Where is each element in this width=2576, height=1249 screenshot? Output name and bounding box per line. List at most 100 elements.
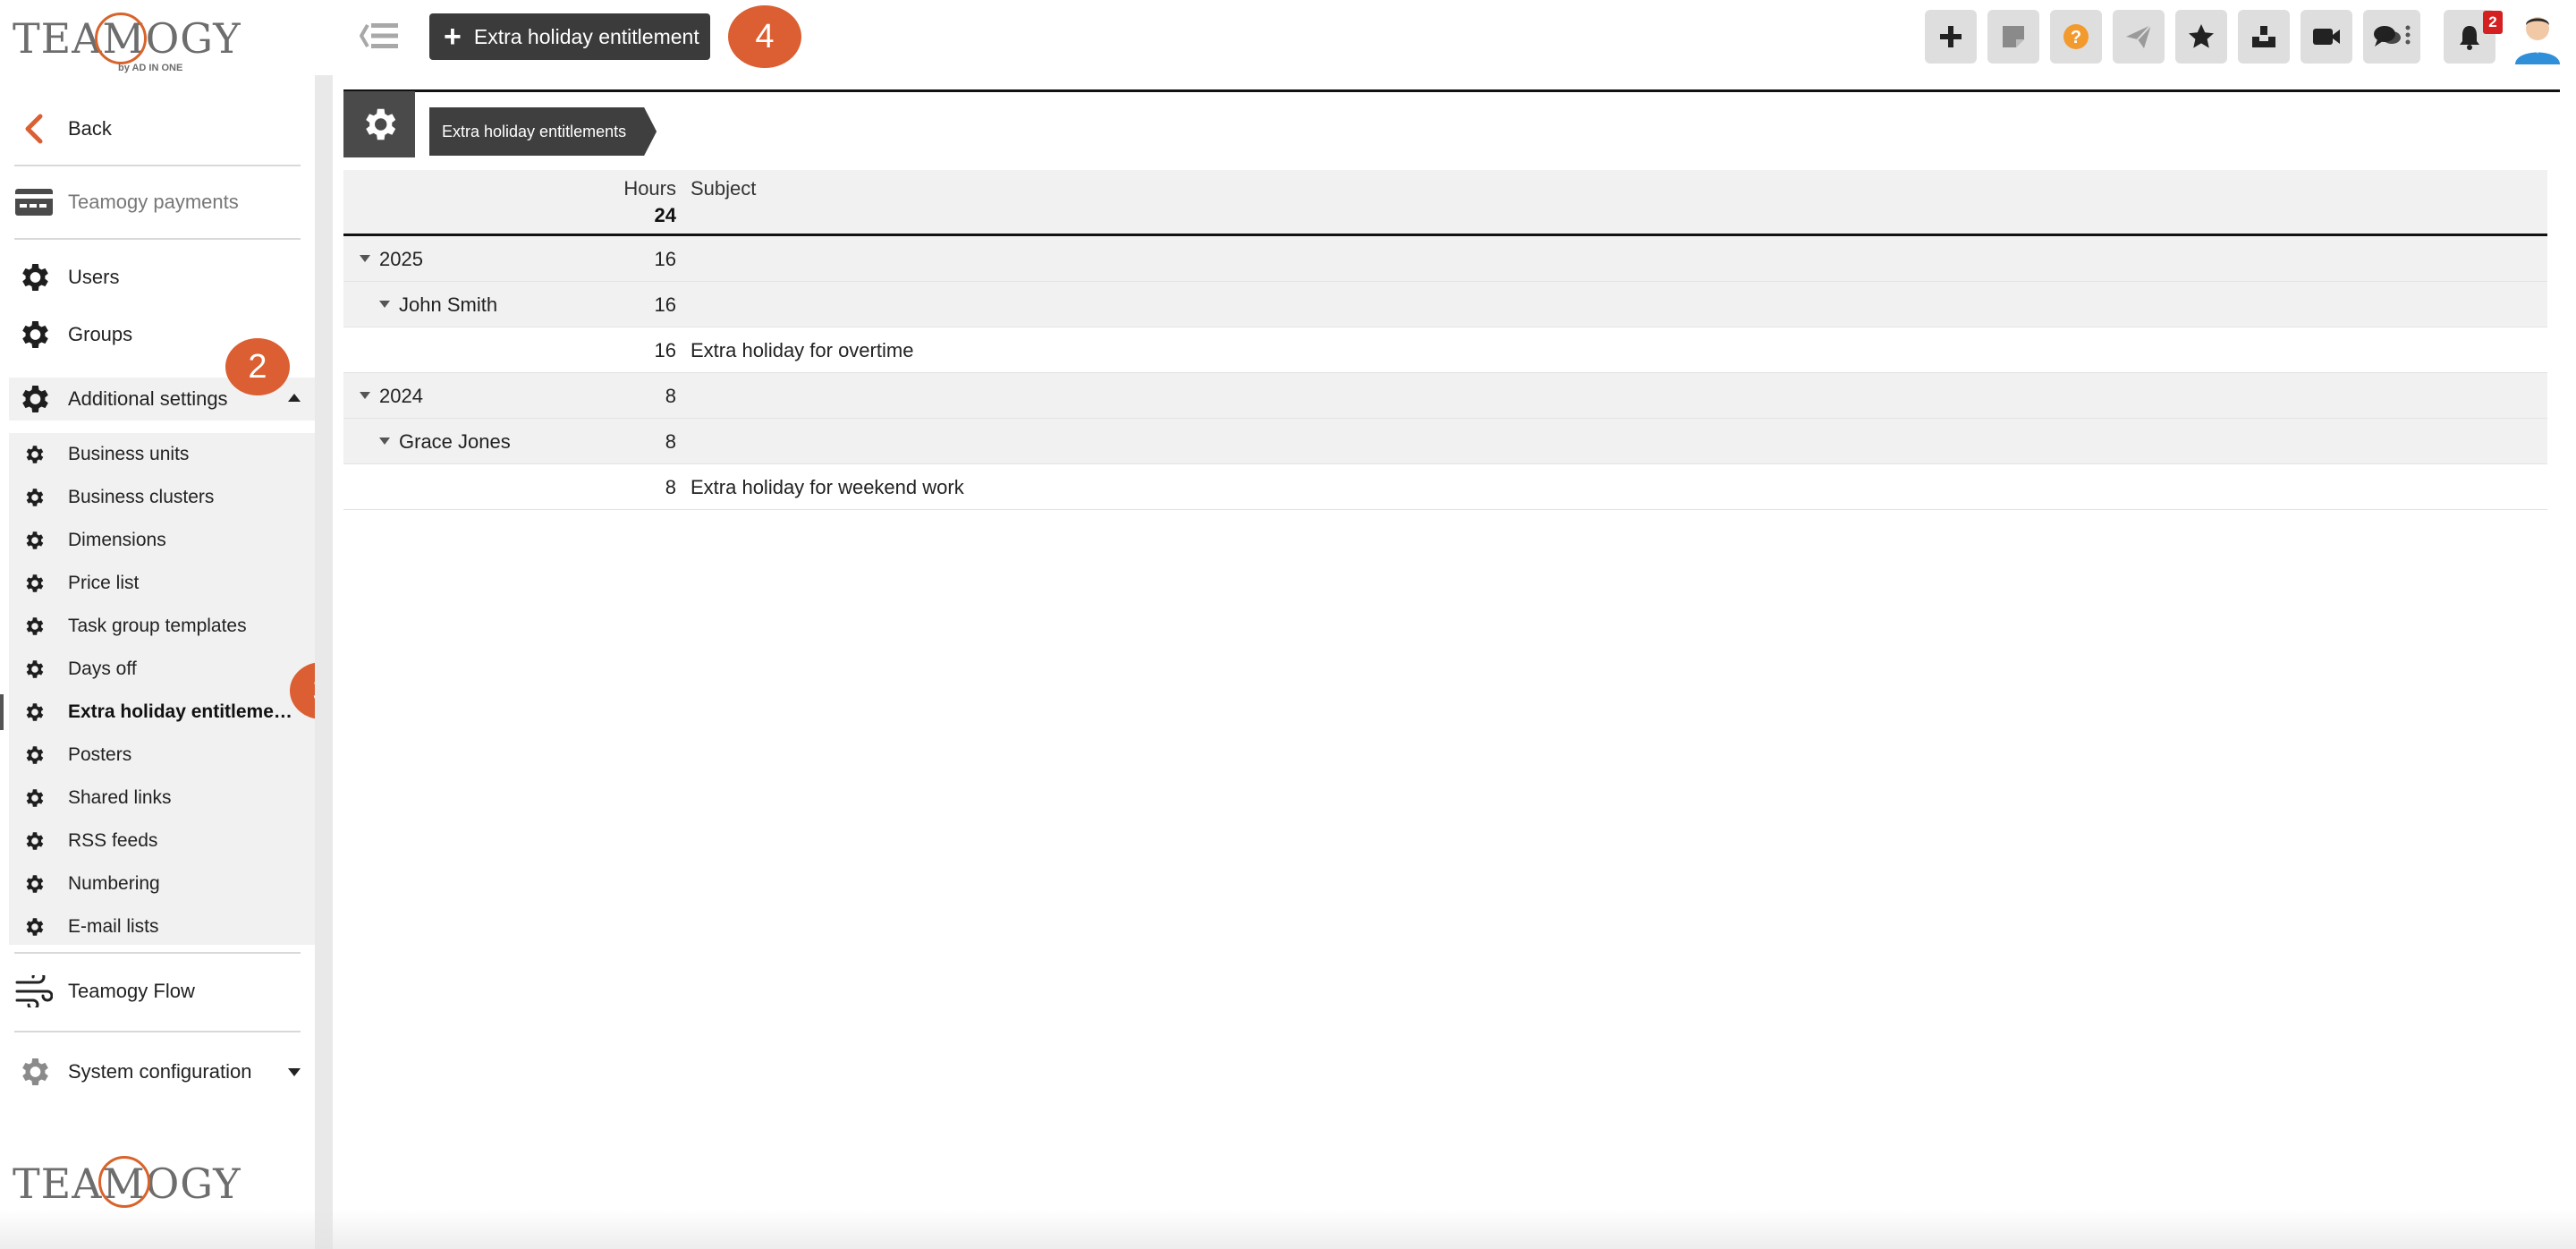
plus-icon [1940, 26, 1962, 47]
add-button-label: Extra holiday entitlement [473, 24, 699, 48]
notification-count-badge: 2 [2483, 11, 2503, 34]
step-badge-4: 4 [728, 5, 801, 68]
group-row[interactable]: John Smith 16 [343, 282, 2547, 327]
column-header-hours[interactable]: Hours [623, 177, 676, 200]
total-hours: 24 [654, 204, 676, 226]
favorites-button[interactable] [2175, 10, 2227, 64]
hours-cell: 8 [665, 476, 676, 498]
teamogy-logo[interactable]: TEAMOGY by AD IN ONE [13, 9, 241, 77]
gear-icon [21, 657, 47, 682]
caret-down-icon[interactable] [379, 301, 390, 308]
gear-icon [366, 108, 396, 140]
sidebar-subitem[interactable]: Price list [0, 562, 315, 605]
gear-icon [21, 914, 47, 939]
user-avatar[interactable] [2510, 9, 2565, 64]
settings-page-icon [343, 91, 415, 157]
video-icon [2313, 29, 2340, 45]
sidebar-subitem-label: Business clusters [68, 487, 215, 507]
menu-collapse-icon [360, 23, 398, 48]
group-row[interactable]: Grace Jones 8 [343, 419, 2547, 464]
table-row[interactable]: 16 Extra holiday for overtime [343, 327, 2547, 373]
gear-icon [21, 871, 47, 896]
sidebar-item-label: Groups [68, 323, 133, 345]
sidebar-gutter [315, 75, 333, 1249]
group-row[interactable]: 2024 8 [343, 373, 2547, 419]
gear-icon [14, 315, 54, 354]
help-button[interactable]: ? [2050, 10, 2102, 64]
sidebar-subitem[interactable]: Business units [0, 433, 315, 476]
quick-add-button[interactable] [1925, 10, 1977, 64]
divider [14, 1031, 301, 1032]
sidebar-subitem[interactable]: Business clusters [0, 476, 315, 519]
gear-icon [14, 258, 54, 297]
header-rule [343, 89, 2560, 92]
back-label: Back [68, 117, 112, 140]
bell-icon [2460, 26, 2479, 50]
plus-icon: + [444, 20, 462, 54]
sidebar-subitem[interactable]: Task group templates [0, 605, 315, 648]
sidebar-subitem-label: Numbering [68, 873, 160, 894]
inbox-button[interactable] [2238, 10, 2290, 64]
column-header-subject[interactable]: Subject [691, 177, 756, 200]
chevron-left-icon [14, 109, 54, 149]
divider [14, 238, 301, 240]
hours-cell: 16 [654, 293, 676, 316]
sidebar-item-system-configuration[interactable]: System configuration [0, 1050, 315, 1093]
sidebar-item-teamogy-payments[interactable]: Teamogy payments [0, 181, 315, 224]
sidebar-item-teamogy-flow[interactable]: Teamogy Flow [0, 970, 315, 1013]
caret-up-icon[interactable] [288, 394, 301, 402]
caret-down-icon[interactable] [288, 1068, 301, 1076]
sidebar-item-label: Users [68, 266, 120, 288]
hours-cell: 8 [665, 385, 676, 407]
add-extra-holiday-entitlement-button[interactable]: + Extra holiday entitlement [429, 13, 710, 60]
table-row[interactable]: 8 Extra holiday for weekend work [343, 464, 2547, 510]
subject-cell: Extra holiday for overtime [691, 339, 914, 361]
group-row[interactable]: 2025 16 [343, 236, 2547, 282]
star-icon [2189, 24, 2214, 48]
gear-icon [21, 571, 47, 596]
sidebar-subitem[interactable]: Days off [0, 648, 315, 691]
gear-icon [21, 485, 47, 510]
collapse-menu-button[interactable] [358, 18, 402, 54]
sidebar-subitem[interactable]: Shared links [0, 777, 315, 820]
sidebar-subitem[interactable]: Posters [0, 734, 315, 777]
sidebar-subitem[interactable]: Numbering [0, 862, 315, 905]
svg-text:?: ? [2071, 28, 2081, 47]
sidebar-subitem[interactable]: Extra holiday entitleme… [0, 691, 315, 734]
sidebar: TEAMOGY by AD IN ONE Back Teamogy paymen… [0, 0, 354, 1249]
sidebar-item-label: Teamogy Flow [68, 980, 195, 1002]
breadcrumb[interactable]: Extra holiday entitlements [429, 107, 657, 156]
caret-down-icon[interactable] [360, 392, 370, 399]
gear-icon [21, 743, 47, 768]
caret-down-icon[interactable] [360, 255, 370, 262]
group-label: John Smith [399, 293, 498, 316]
sidebar-subitem[interactable]: Dimensions [0, 519, 315, 562]
chat-button[interactable] [2363, 10, 2420, 64]
group-label: 2025 [379, 248, 423, 270]
sidebar-subitem[interactable]: E-mail lists [0, 905, 315, 948]
sidebar-subitem[interactable]: RSS feeds [0, 820, 315, 862]
note-icon [2003, 26, 2024, 47]
video-call-button[interactable] [2301, 10, 2352, 64]
group-label: Grace Jones [399, 430, 511, 453]
back-button[interactable]: Back [0, 107, 315, 150]
send-button[interactable] [2113, 10, 2165, 64]
inbox-icon [2252, 26, 2275, 47]
sidebar-subitem-label: Business units [68, 444, 190, 464]
chat-icon [2374, 25, 2411, 47]
grid-body: 2025 16 John Smith 16 16 Extra holiday for ov… [343, 236, 2547, 510]
caret-down-icon[interactable] [379, 438, 390, 445]
sidebar-subitem-label: Extra holiday entitleme… [68, 701, 292, 722]
gear-icon [14, 1052, 54, 1092]
divider [14, 952, 301, 954]
gear-icon [21, 614, 47, 639]
sidebar-item-users[interactable]: Users [0, 256, 315, 299]
sidebar-subitem-label: E-mail lists [68, 916, 159, 937]
wind-icon [14, 972, 54, 1011]
gear-icon [21, 828, 47, 854]
help-icon: ? [2063, 24, 2089, 49]
entitlements-grid: Hours Subject 24 2025 16 John Smith 16 16 Ext… [343, 170, 2547, 510]
sidebar-subitem-label: Price list [68, 573, 140, 593]
notes-button[interactable] [1987, 10, 2039, 64]
sidebar-subitem-label: RSS feeds [68, 830, 158, 851]
